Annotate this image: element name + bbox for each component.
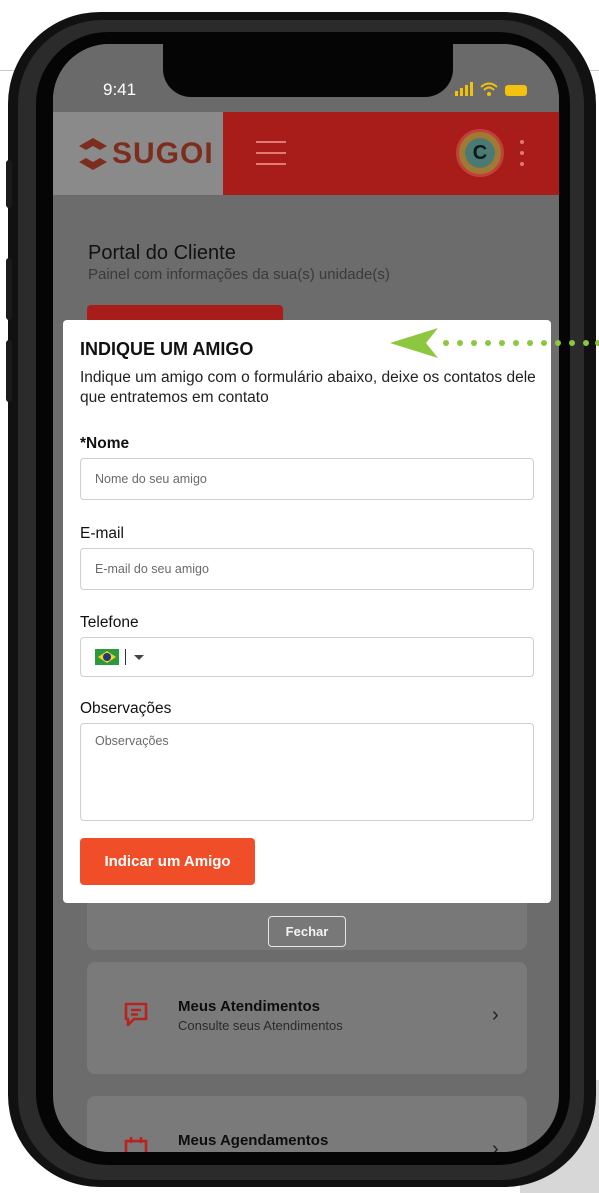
name-label: *Nome bbox=[80, 435, 130, 452]
logo[interactable]: SUGOI bbox=[53, 112, 223, 195]
phone-side-button bbox=[6, 160, 12, 208]
sugoi-logo-icon bbox=[79, 137, 107, 170]
menu-item-subtitle: Consulte seus Atendimentos bbox=[178, 1018, 343, 1033]
page-title: Portal do Cliente bbox=[88, 242, 236, 264]
phone-input[interactable] bbox=[80, 637, 534, 677]
email-input[interactable] bbox=[80, 548, 534, 590]
battery-icon bbox=[505, 85, 527, 96]
notes-label: Observações bbox=[80, 700, 172, 717]
header-bar: C bbox=[223, 112, 559, 195]
brazil-flag-icon[interactable] bbox=[95, 649, 119, 665]
page-subtitle: Painel com informações da sua(s) unidade… bbox=[88, 266, 390, 283]
refer-friend-button[interactable]: Indicar um Amigo bbox=[80, 838, 255, 885]
phone-notch bbox=[163, 44, 453, 97]
modal-description: Indique um amigo com o formulário abaixo… bbox=[80, 369, 536, 406]
avatar[interactable]: C bbox=[456, 129, 504, 177]
app-header: SUGOI C bbox=[53, 112, 559, 195]
flag-separator bbox=[125, 649, 126, 665]
notes-textarea[interactable] bbox=[80, 723, 534, 821]
logo-text: SUGOI bbox=[112, 136, 214, 170]
annotation-arrow-icon bbox=[390, 328, 599, 358]
menu-item-atendimentos[interactable]: Meus Atendimentos Consulte seus Atendime… bbox=[87, 962, 527, 1074]
phone-label: Telefone bbox=[80, 614, 139, 631]
phone-volume-up-button bbox=[6, 258, 12, 320]
more-options-icon[interactable] bbox=[520, 140, 524, 166]
status-bar: 9:41 bbox=[53, 44, 559, 112]
chevron-right-icon: › bbox=[492, 1138, 499, 1152]
chevron-right-icon: › bbox=[492, 1004, 499, 1026]
status-icons bbox=[455, 82, 527, 96]
email-label: E-mail bbox=[80, 525, 124, 542]
refer-friend-modal: INDIQUE UM AMIGO Indique um amigo com o … bbox=[63, 320, 551, 903]
phone-volume-down-button bbox=[6, 340, 12, 402]
menu-item-title: Meus Atendimentos bbox=[178, 998, 320, 1015]
chat-icon bbox=[124, 1002, 148, 1027]
hamburger-menu-icon[interactable] bbox=[256, 141, 286, 165]
menu-item-agendamentos[interactable]: Meus Agendamentos › bbox=[87, 1096, 527, 1152]
phone-screen: 9:41 SUGOI C Portal do Cliente Painel co… bbox=[53, 44, 559, 1152]
close-button[interactable]: Fechar bbox=[268, 916, 346, 947]
menu-item-title: Meus Agendamentos bbox=[178, 1132, 329, 1149]
wifi-icon bbox=[480, 82, 498, 96]
caret-down-icon[interactable] bbox=[134, 654, 144, 660]
status-time: 9:41 bbox=[103, 80, 137, 99]
signal-icon bbox=[455, 82, 473, 96]
avatar-letter: C bbox=[465, 138, 495, 168]
name-input[interactable] bbox=[80, 458, 534, 500]
modal-title: INDIQUE UM AMIGO bbox=[80, 339, 254, 359]
calendar-icon bbox=[124, 1137, 148, 1152]
